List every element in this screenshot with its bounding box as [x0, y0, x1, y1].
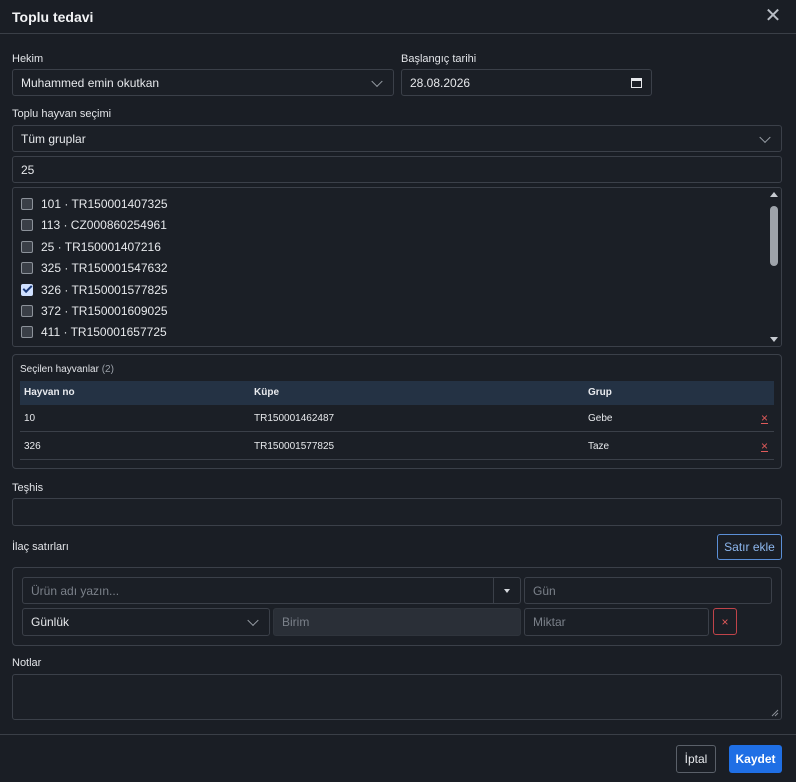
- amount-placeholder: Miktar: [533, 615, 566, 629]
- selected-title-text: Seçilen hayvanlar: [20, 364, 99, 375]
- cell-animal-no: 10: [24, 413, 36, 424]
- list-item[interactable]: 325 · TR150001547632: [21, 257, 168, 278]
- medication-label: İlaç satırları: [12, 541, 69, 553]
- cell-animal-no: 326: [24, 441, 41, 452]
- list-item[interactable]: 372 · TR150001609025: [21, 300, 168, 321]
- vet-label: Hekim: [12, 53, 44, 65]
- list-item[interactable]: 326 · TR150001577825: [21, 279, 168, 300]
- list-item[interactable]: 25 · TR150001407216: [21, 236, 161, 257]
- frequency-select[interactable]: Günlük: [22, 608, 270, 636]
- selected-animals-panel: Seçilen hayvanlar (2) Hayvan no Küpe Gru…: [12, 354, 782, 469]
- list-item-label: 113 · CZ000860254961: [41, 217, 167, 232]
- vet-value: Muhammed emin okutkan: [21, 75, 160, 90]
- scroll-down-icon[interactable]: [770, 337, 778, 342]
- resize-handle-icon[interactable]: [771, 709, 779, 717]
- animal-listbox[interactable]: 101 · TR150001407325 113 · CZ00086025496…: [12, 187, 782, 347]
- cell-tag: TR150001577825: [254, 441, 335, 452]
- list-item[interactable]: 101 · TR150001407325: [21, 193, 168, 214]
- unit-placeholder: Birim: [282, 615, 310, 629]
- amount-input[interactable]: Miktar: [524, 608, 709, 636]
- caret-down-icon: [504, 588, 510, 593]
- list-item-label: 326 · TR150001577825: [41, 282, 168, 297]
- cell-group: Taze: [588, 441, 610, 452]
- list-item-label: 101 · TR150001407325: [41, 196, 168, 211]
- chevron-down-icon: [759, 131, 771, 143]
- start-date-value: 28.08.2026: [410, 75, 471, 90]
- cell-tag: TR150001462487: [254, 413, 335, 424]
- group-value: Tüm gruplar: [21, 131, 86, 146]
- cell-group: Gebe: [588, 413, 613, 424]
- calendar-icon[interactable]: [631, 77, 642, 88]
- remove-row-icon[interactable]: ×: [761, 411, 768, 425]
- days-input[interactable]: Gün: [524, 577, 772, 604]
- remove-medication-button[interactable]: ×: [713, 608, 737, 635]
- scroll-thumb[interactable]: [770, 206, 778, 266]
- start-date-label: Başlangıç tarihi: [401, 53, 477, 65]
- days-placeholder: Gün: [533, 583, 556, 598]
- table-row: 10 TR150001462487 Gebe ×: [20, 405, 774, 432]
- list-item-label: 25 · TR150001407216: [41, 239, 161, 254]
- add-row-button[interactable]: Satır ekle: [717, 534, 782, 560]
- table-header: Hayvan no Küpe Grup: [20, 381, 774, 405]
- diagnosis-label: Teşhis: [12, 482, 44, 494]
- diagnosis-input[interactable]: [12, 498, 782, 526]
- selected-animals-title: Seçilen hayvanlar (2): [20, 364, 114, 375]
- product-name-placeholder: Ürün adı yazın...: [31, 583, 120, 598]
- bulk-selection-label: Toplu hayvan seçimi: [12, 108, 112, 120]
- chevron-down-icon: [371, 75, 383, 87]
- checkbox[interactable]: [21, 197, 33, 210]
- dialog-header: Toplu tedavi: [0, 0, 796, 34]
- table-row: 326 TR150001577825 Taze ×: [20, 433, 774, 460]
- unit-input: Birim: [273, 608, 521, 636]
- column-header-animal-no: Hayvan no: [24, 387, 75, 398]
- notes-label: Notlar: [12, 657, 42, 669]
- list-scrollbar[interactable]: [767, 188, 781, 346]
- column-header-group: Grup: [588, 387, 612, 398]
- dialog-title: Toplu tedavi: [12, 8, 94, 25]
- animal-search-input[interactable]: 25: [12, 156, 782, 183]
- checkbox-checked[interactable]: [21, 283, 33, 296]
- list-item-label: 411 · TR150001657725: [41, 324, 167, 339]
- list-item-label: 372 · TR150001609025: [41, 303, 168, 318]
- product-name-input[interactable]: Ürün adı yazın...: [22, 577, 521, 604]
- checkbox[interactable]: [21, 325, 33, 338]
- product-dropdown-button[interactable]: [493, 578, 520, 603]
- cancel-button[interactable]: İptal: [676, 745, 716, 773]
- notes-textarea[interactable]: [12, 674, 782, 720]
- checkbox[interactable]: [21, 240, 33, 253]
- frequency-value: Günlük: [31, 615, 70, 629]
- list-item[interactable]: 113 · CZ000860254961: [21, 214, 167, 235]
- group-select[interactable]: Tüm gruplar: [12, 125, 782, 152]
- scroll-up-icon[interactable]: [770, 192, 778, 197]
- start-date-input[interactable]: 28.08.2026: [401, 69, 652, 96]
- list-item[interactable]: 411 · TR150001657725: [21, 321, 167, 342]
- remove-row-icon[interactable]: ×: [761, 439, 768, 453]
- vet-select[interactable]: Muhammed emin okutkan: [12, 69, 394, 96]
- checkbox[interactable]: [21, 304, 33, 317]
- column-header-tag: Küpe: [254, 387, 279, 398]
- checkbox[interactable]: [21, 261, 33, 274]
- close-icon[interactable]: ✕: [762, 6, 784, 28]
- animal-search-value: 25: [21, 162, 35, 177]
- chevron-down-icon: [247, 614, 259, 627]
- save-button[interactable]: Kaydet: [729, 745, 782, 773]
- list-item-label: 325 · TR150001547632: [41, 260, 168, 275]
- checkbox[interactable]: [21, 218, 33, 231]
- selected-count: (2): [101, 364, 114, 375]
